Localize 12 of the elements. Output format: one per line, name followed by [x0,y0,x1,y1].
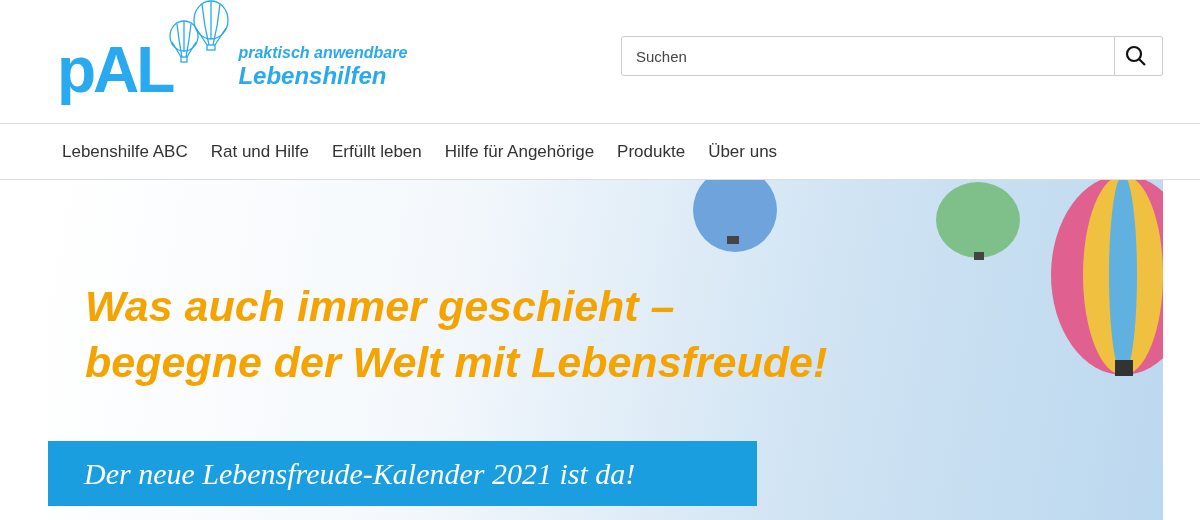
nav-link[interactable]: Lebenshilfe ABC [62,141,188,162]
nav-link[interactable]: Über uns [708,141,778,162]
nav-link[interactable]: Hilfe für Angehörige [444,141,595,162]
search-field[interactable]: Suchen [621,36,1115,76]
hero-headline: Was auch immer geschieht – begegne der Welt mit Lebensfreude! [85,281,828,388]
nav-link[interactable]: Produkte [617,141,686,162]
logo-tagline: Lebenshilfen [238,62,388,90]
search-icon [1124,45,1147,67]
nav-link[interactable]: Rat und Hilfe [210,141,309,162]
search-button[interactable] [1115,36,1163,76]
logo-tagline: praktisch anwendbare [238,44,408,62]
nav-link[interactable]: Erfüllt leben [332,141,422,162]
